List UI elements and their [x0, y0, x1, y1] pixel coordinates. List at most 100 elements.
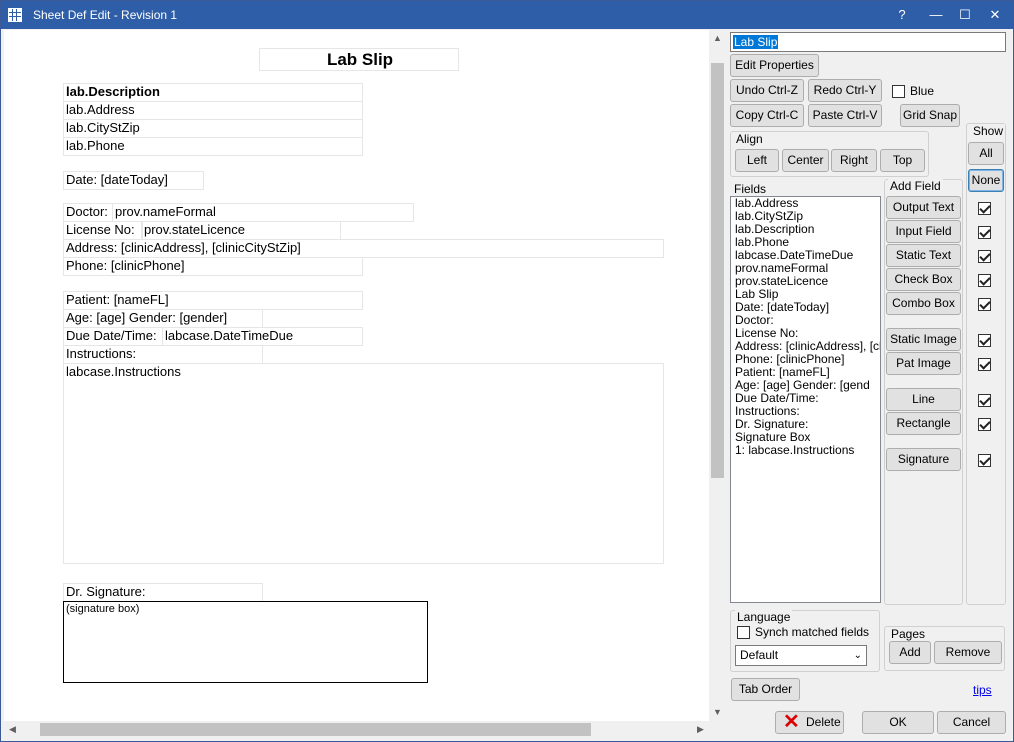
show-pat-image-checkbox[interactable]	[978, 358, 991, 371]
align-top-button[interactable]: Top	[880, 149, 925, 172]
field-date[interactable]: Date: [dateToday]	[63, 171, 204, 190]
field-phone[interactable]: Phone: [clinicPhone]	[63, 257, 363, 276]
grid-snap-button[interactable]: Grid Snap	[900, 104, 960, 127]
scroll-down-icon[interactable]: ▼	[709, 704, 726, 721]
field-doctor-value[interactable]: prov.nameFormal	[112, 203, 414, 222]
field-signature-label[interactable]: Dr. Signature:	[63, 583, 263, 602]
fields-list[interactable]: lab.Address lab.CityStZip lab.Description l…	[730, 196, 881, 603]
ok-button[interactable]: OK	[862, 711, 934, 734]
fields-list-item[interactable]: lab.Address	[731, 197, 880, 210]
tab-order-button[interactable]: Tab Order	[731, 678, 800, 701]
language-select[interactable]: Default ⌄	[735, 645, 867, 666]
field-lab-phone[interactable]: lab.Phone	[63, 137, 363, 156]
show-check-box-checkbox[interactable]	[978, 274, 991, 287]
fields-list-item[interactable]: Date: [dateToday]	[731, 301, 880, 314]
show-combo-box-checkbox[interactable]	[978, 298, 991, 311]
field-instructions-value[interactable]: labcase.Instructions	[63, 363, 664, 564]
fields-list-item[interactable]: Phone: [clinicPhone]	[731, 353, 880, 366]
field-doctor-label[interactable]: Doctor:	[63, 203, 113, 222]
fields-list-item[interactable]: lab.Phone	[731, 236, 880, 249]
add-static-text-button[interactable]: Static Text	[886, 244, 961, 267]
add-page-button[interactable]: Add	[889, 641, 931, 664]
sheet-name-input[interactable]: Lab Slip	[730, 32, 1006, 52]
field-signature-box[interactable]: (signature box)	[63, 601, 428, 683]
fields-list-item[interactable]: lab.Description	[731, 223, 880, 236]
field-license-value[interactable]: prov.stateLicence	[141, 221, 341, 240]
close-button[interactable]: ✕	[984, 5, 1006, 25]
field-age-gender[interactable]: Age: [age] Gender: [gender]	[63, 309, 263, 328]
align-right-button[interactable]: Right	[831, 149, 877, 172]
fields-list-item[interactable]: 1: labcase.Instructions	[731, 444, 880, 457]
add-line-button[interactable]: Line	[886, 388, 961, 411]
add-pat-image-button[interactable]: Pat Image	[886, 352, 961, 375]
fields-list-item[interactable]: Dr. Signature:	[731, 418, 880, 431]
paste-button[interactable]: Paste Ctrl-V	[808, 104, 882, 127]
cancel-button[interactable]: Cancel	[937, 711, 1006, 734]
horizontal-scrollbar[interactable]: ◀ ▶	[4, 721, 709, 738]
add-combo-box-button[interactable]: Combo Box	[886, 292, 961, 315]
field-patient[interactable]: Patient: [nameFL]	[63, 291, 363, 310]
blue-checkbox[interactable]	[892, 85, 905, 98]
field-instructions-label[interactable]: Instructions:	[63, 345, 263, 364]
sheet-canvas[interactable]: Lab Slip lab.Description lab.Address lab…	[4, 30, 709, 721]
redo-button[interactable]: Redo Ctrl-Y	[808, 79, 882, 102]
vertical-scroll-thumb[interactable]	[711, 63, 724, 478]
add-rectangle-button[interactable]: Rectangle	[886, 412, 961, 435]
vertical-scrollbar[interactable]: ▲ ▼	[709, 30, 726, 721]
field-lab-citystzip[interactable]: lab.CityStZip	[63, 119, 363, 138]
maximize-button[interactable]: ☐	[954, 5, 976, 25]
fields-list-item[interactable]: Address: [clinicAddress], [cl	[731, 340, 880, 353]
fields-list-item[interactable]: prov.nameFormal	[731, 262, 880, 275]
show-output-text-checkbox[interactable]	[978, 202, 991, 215]
show-signature-checkbox[interactable]	[978, 454, 991, 467]
help-button[interactable]: ?	[891, 5, 913, 25]
app-grid-icon	[8, 8, 22, 22]
horizontal-scroll-thumb[interactable]	[40, 723, 591, 736]
field-lab-description[interactable]: lab.Description	[63, 83, 363, 102]
add-signature-button[interactable]: Signature	[886, 448, 961, 471]
show-rectangle-checkbox[interactable]	[978, 418, 991, 431]
scroll-up-icon[interactable]: ▲	[709, 30, 726, 47]
minimize-button[interactable]: —	[925, 5, 947, 25]
delete-button[interactable]: ✕ Delete	[775, 711, 844, 734]
fields-list-item[interactable]: Due Date/Time:	[731, 392, 880, 405]
pages-label: Pages	[889, 627, 928, 641]
show-input-field-checkbox[interactable]	[978, 226, 991, 239]
add-check-box-button[interactable]: Check Box	[886, 268, 961, 291]
add-output-text-button[interactable]: Output Text	[886, 196, 961, 219]
fields-list-item[interactable]: Instructions:	[731, 405, 880, 418]
show-none-button[interactable]: None	[968, 169, 1004, 192]
add-static-image-button[interactable]: Static Image	[886, 328, 961, 351]
align-center-button[interactable]: Center	[782, 149, 829, 172]
add-input-field-button[interactable]: Input Field	[886, 220, 961, 243]
fields-list-item[interactable]: Doctor:	[731, 314, 880, 327]
synch-matched-fields-checkbox[interactable]	[737, 626, 750, 639]
scroll-right-icon[interactable]: ▶	[692, 721, 709, 738]
fields-list-item[interactable]: lab.CityStZip	[731, 210, 880, 223]
undo-button[interactable]: Undo Ctrl-Z	[730, 79, 804, 102]
field-due-value[interactable]: labcase.DateTimeDue	[162, 327, 363, 346]
fields-list-item[interactable]: Age: [age] Gender: [gend	[731, 379, 880, 392]
remove-page-button[interactable]: Remove	[934, 641, 1002, 664]
show-all-button[interactable]: All	[968, 142, 1004, 165]
field-due-label[interactable]: Due Date/Time:	[63, 327, 163, 346]
fields-list-item[interactable]: Lab Slip	[731, 288, 880, 301]
fields-list-item[interactable]: Signature Box	[731, 431, 880, 444]
scroll-left-icon[interactable]: ◀	[4, 721, 21, 738]
field-license-label[interactable]: License No:	[63, 221, 143, 240]
field-address[interactable]: Address: [clinicAddress], [clinicCityStZ…	[63, 239, 664, 258]
field-title[interactable]: Lab Slip	[259, 48, 459, 71]
copy-button[interactable]: Copy Ctrl-C	[730, 104, 804, 127]
edit-properties-button[interactable]: Edit Properties	[730, 54, 819, 77]
tips-link[interactable]: tips	[973, 683, 992, 697]
sheet-name-value: Lab Slip	[733, 35, 779, 49]
show-static-text-checkbox[interactable]	[978, 250, 991, 263]
fields-list-item[interactable]: License No:	[731, 327, 880, 340]
fields-list-item[interactable]: labcase.DateTimeDue	[731, 249, 880, 262]
align-left-button[interactable]: Left	[735, 149, 779, 172]
show-line-checkbox[interactable]	[978, 394, 991, 407]
field-lab-address[interactable]: lab.Address	[63, 101, 363, 120]
show-static-image-checkbox[interactable]	[978, 334, 991, 347]
fields-list-item[interactable]: prov.stateLicence	[731, 275, 880, 288]
fields-list-item[interactable]: Patient: [nameFL]	[731, 366, 880, 379]
